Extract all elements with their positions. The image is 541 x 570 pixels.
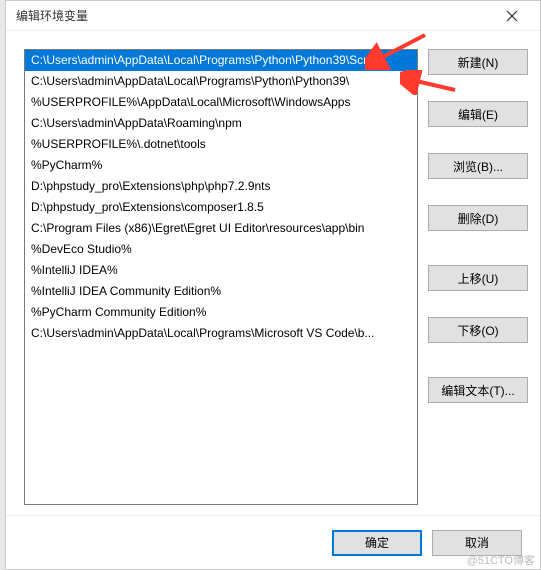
- list-item[interactable]: C:\Users\admin\AppData\Local\Programs\Py…: [25, 71, 417, 92]
- list-item[interactable]: %PyCharm Community Edition%: [25, 302, 417, 323]
- browse-button[interactable]: 浏览(B)...: [428, 153, 528, 179]
- content-area: C:\Users\admin\AppData\Local\Programs\Py…: [6, 31, 540, 515]
- watermark: @51CTO博客: [467, 552, 535, 568]
- titlebar: 编辑环境变量: [6, 1, 540, 31]
- delete-button[interactable]: 删除(D): [428, 205, 528, 231]
- button-column: 新建(N) 编辑(E) 浏览(B)... 删除(D) 上移(U) 下移(O) 编…: [428, 49, 528, 505]
- list-item[interactable]: C:\Users\admin\AppData\Local\Programs\Py…: [25, 50, 417, 71]
- list-item[interactable]: %USERPROFILE%\.dotnet\tools: [25, 134, 417, 155]
- list-item[interactable]: %USERPROFILE%\AppData\Local\Microsoft\Wi…: [25, 92, 417, 113]
- edit-button[interactable]: 编辑(E): [428, 101, 528, 127]
- new-button[interactable]: 新建(N): [428, 49, 528, 75]
- list-item[interactable]: C:\Program Files (x86)\Egret\Egret UI Ed…: [25, 218, 417, 239]
- move-up-button[interactable]: 上移(U): [428, 265, 528, 291]
- close-button[interactable]: [492, 2, 532, 30]
- list-item[interactable]: C:\Users\admin\AppData\Local\Programs\Mi…: [25, 323, 417, 344]
- list-item[interactable]: %DevEco Studio%: [25, 239, 417, 260]
- list-item[interactable]: %IntelliJ IDEA%: [25, 260, 417, 281]
- dialog-title: 编辑环境变量: [16, 7, 492, 24]
- edit-text-button[interactable]: 编辑文本(T)...: [428, 377, 528, 403]
- list-item[interactable]: %PyCharm%: [25, 155, 417, 176]
- move-down-button[interactable]: 下移(O): [428, 317, 528, 343]
- ok-button[interactable]: 确定: [332, 530, 422, 556]
- list-item[interactable]: %IntelliJ IDEA Community Edition%: [25, 281, 417, 302]
- path-list[interactable]: C:\Users\admin\AppData\Local\Programs\Py…: [24, 49, 418, 505]
- list-item[interactable]: C:\Users\admin\AppData\Roaming\npm: [25, 113, 417, 134]
- dialog-footer: 确定 取消: [6, 515, 540, 569]
- environment-variable-dialog: 编辑环境变量 C:\Users\admin\AppData\Local\Prog…: [5, 0, 541, 570]
- list-item[interactable]: D:\phpstudy_pro\Extensions\php\php7.2.9n…: [25, 176, 417, 197]
- close-icon: [506, 10, 518, 22]
- list-item[interactable]: D:\phpstudy_pro\Extensions\composer1.8.5: [25, 197, 417, 218]
